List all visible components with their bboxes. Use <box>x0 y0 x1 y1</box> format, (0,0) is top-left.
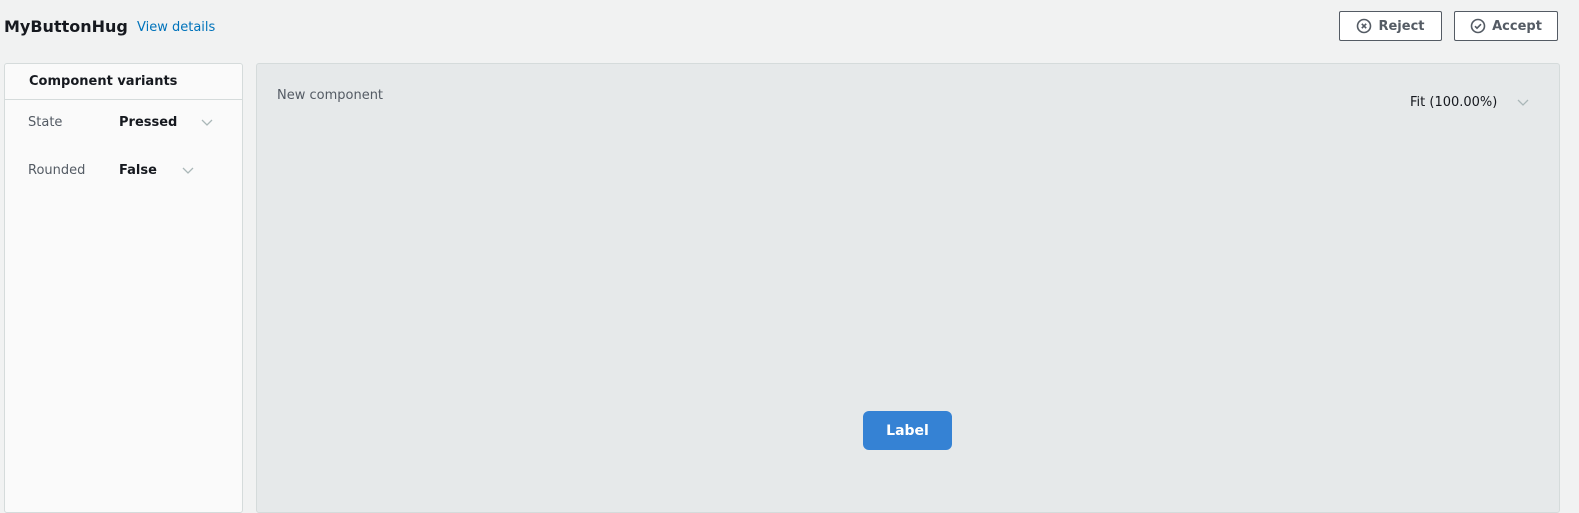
view-details-link[interactable]: View details <box>137 20 215 35</box>
variant-state: State Pressed <box>28 115 213 130</box>
x-circle-icon <box>1357 18 1372 34</box>
component-title: MyButtonHug <box>4 17 128 36</box>
variant-label: State <box>28 115 63 130</box>
accept-label: Accept <box>1492 18 1542 34</box>
chevron-down-icon[interactable] <box>201 119 213 127</box>
reject-button[interactable]: Reject <box>1339 11 1442 41</box>
preview-label-button[interactable]: Label <box>863 411 952 450</box>
canvas-title: New component <box>277 88 384 103</box>
reject-label: Reject <box>1378 18 1425 34</box>
zoom-value: Fit (100.00%) <box>1410 95 1498 110</box>
variants-panel: Component variants State Pressed Rounded… <box>4 63 243 513</box>
preview-canvas: New component Fit (100.00%) Label <box>256 63 1560 513</box>
check-circle-icon <box>1470 18 1486 34</box>
variant-rounded-select[interactable]: False <box>119 163 157 178</box>
variant-label: Rounded <box>28 163 86 178</box>
chevron-down-icon <box>1517 99 1529 106</box>
variants-panel-title: Component variants <box>5 64 242 100</box>
zoom-select[interactable]: Fit (100.00%) <box>1410 95 1529 110</box>
variant-rounded: Rounded False <box>28 163 194 178</box>
accept-button[interactable]: Accept <box>1454 11 1558 41</box>
chevron-down-icon[interactable] <box>182 167 194 175</box>
variant-state-select[interactable]: Pressed <box>119 115 177 130</box>
